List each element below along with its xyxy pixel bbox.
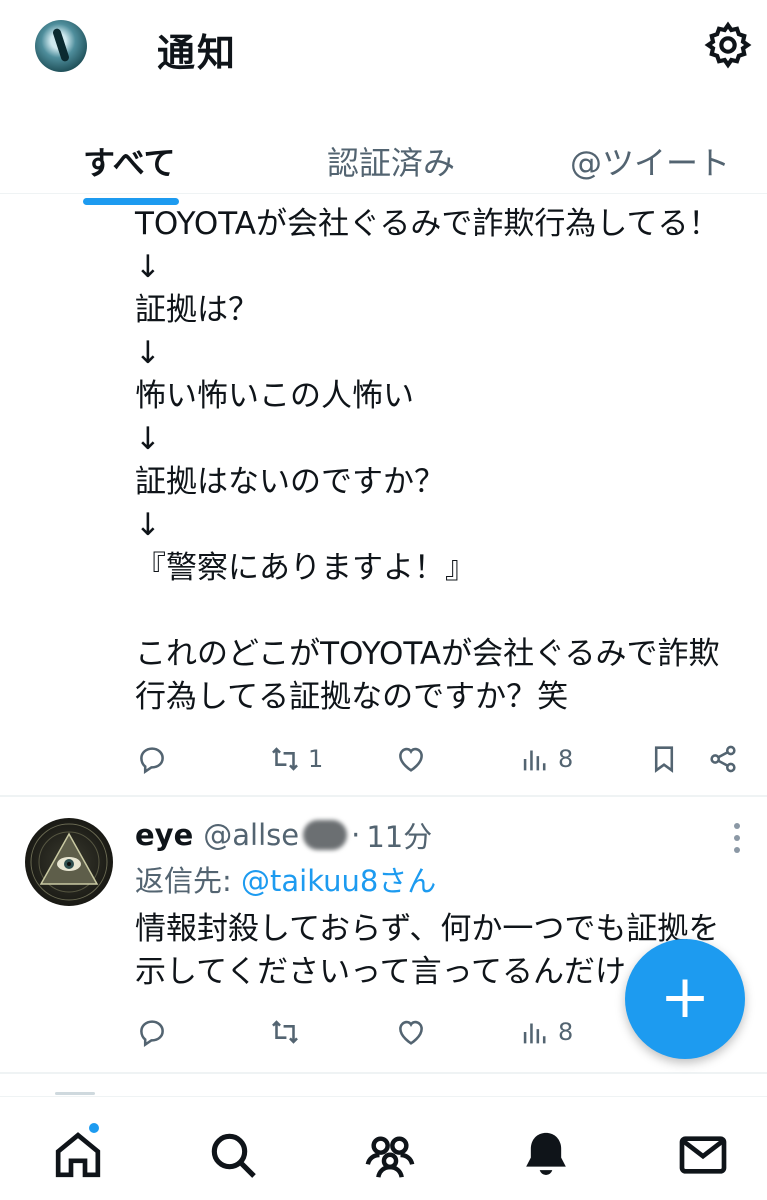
- reply-button[interactable]: [135, 737, 169, 781]
- author-avatar[interactable]: [25, 818, 113, 906]
- retweet-icon: [272, 747, 298, 771]
- redaction-blur: [303, 820, 348, 850]
- author-handle[interactable]: @allse: [203, 818, 299, 852]
- communities-icon[interactable]: [362, 1127, 418, 1183]
- gear-icon[interactable]: [703, 20, 753, 70]
- tweet-line: ↓: [135, 335, 161, 371]
- views-icon: [523, 1023, 546, 1044]
- more-options-icon[interactable]: [731, 820, 743, 856]
- author-name[interactable]: eye: [135, 818, 193, 852]
- top-app-bar: 通知: [0, 0, 767, 95]
- user-avatar[interactable]: [35, 20, 87, 72]
- view-count: 8: [558, 1018, 574, 1046]
- reply-context: 返信先: @taikuu8さん: [135, 858, 436, 900]
- tweet-header: eye @allse · 11分: [135, 812, 432, 858]
- tab-all[interactable]: すべて: [83, 138, 175, 184]
- tweet-line: ↓: [135, 507, 161, 543]
- tweet-actions: 1 8: [0, 737, 767, 787]
- tweet-line: ↓: [135, 421, 161, 457]
- notification-tabs: すべて 認証済み @ツイート: [0, 120, 767, 210]
- tweet-line: ↓: [135, 249, 161, 285]
- separator-dot: ·: [351, 818, 361, 852]
- like-button[interactable]: [394, 1010, 428, 1054]
- bookmark-button[interactable]: [647, 737, 681, 781]
- views-button[interactable]: 8: [518, 737, 573, 781]
- tweet-divider: [0, 795, 767, 797]
- tweet-line: TOYOTAが会社ぐるみで詐欺行為してる！: [135, 206, 720, 242]
- reply-icon: [140, 1020, 164, 1048]
- reply-icon: [140, 747, 164, 775]
- view-count: 8: [558, 745, 574, 773]
- share-icon: [710, 745, 736, 773]
- retweet-button[interactable]: [268, 1010, 302, 1054]
- reply-button[interactable]: [135, 1010, 169, 1054]
- search-icon[interactable]: [205, 1127, 261, 1183]
- reply-mention[interactable]: @taikuu8さん: [241, 864, 436, 898]
- tweet-line: 証拠はないのですか？: [135, 464, 445, 500]
- heart-icon: [399, 747, 423, 772]
- messages-icon[interactable]: [675, 1127, 731, 1183]
- views-icon: [523, 750, 546, 771]
- pyramid-eye-icon: [30, 823, 108, 901]
- tweet-text: TOYOTAが会社ぐるみで詐欺行為してる！ ↓ 証拠は？ ↓ 怖い怖いこの人怖い…: [135, 203, 765, 719]
- tweet-time[interactable]: 11分: [366, 814, 432, 856]
- retweet-button[interactable]: 1: [268, 737, 323, 781]
- home-icon[interactable]: [50, 1127, 106, 1183]
- bookmark-icon: [654, 746, 674, 773]
- like-button[interactable]: [394, 737, 428, 781]
- compose-tweet-button[interactable]: +: [625, 939, 745, 1059]
- retweet-icon: [272, 1020, 298, 1044]
- tweet-line: 行為してる証拠なのですか？笑: [135, 679, 569, 715]
- tweet-line: 証拠は？: [135, 292, 259, 328]
- home-unread-dot: [87, 1121, 101, 1135]
- bottom-navigation: [0, 1096, 767, 1200]
- tweet-line: [135, 590, 765, 633]
- tab-mentions[interactable]: @ツイート: [570, 138, 730, 184]
- next-tweet-peek: [55, 1092, 95, 1095]
- page-title: 通知: [157, 31, 238, 75]
- tweet-divider: [0, 1072, 767, 1074]
- notifications-icon[interactable]: [518, 1127, 574, 1183]
- views-button[interactable]: 8: [518, 1010, 573, 1054]
- retweet-count: 1: [308, 745, 324, 773]
- tab-verified[interactable]: 認証済み: [327, 138, 455, 184]
- heart-icon: [399, 1020, 423, 1045]
- tweet-line: これのどこがTOYOTAが会社ぐるみで詐欺: [135, 636, 720, 672]
- tabs-divider: [0, 193, 767, 194]
- share-button[interactable]: [706, 737, 740, 781]
- tweet-line: 『警察にありますよ！』: [135, 550, 476, 586]
- tweet-line: 怖い怖いこの人怖い: [135, 378, 414, 414]
- reply-prefix: 返信先:: [135, 864, 241, 898]
